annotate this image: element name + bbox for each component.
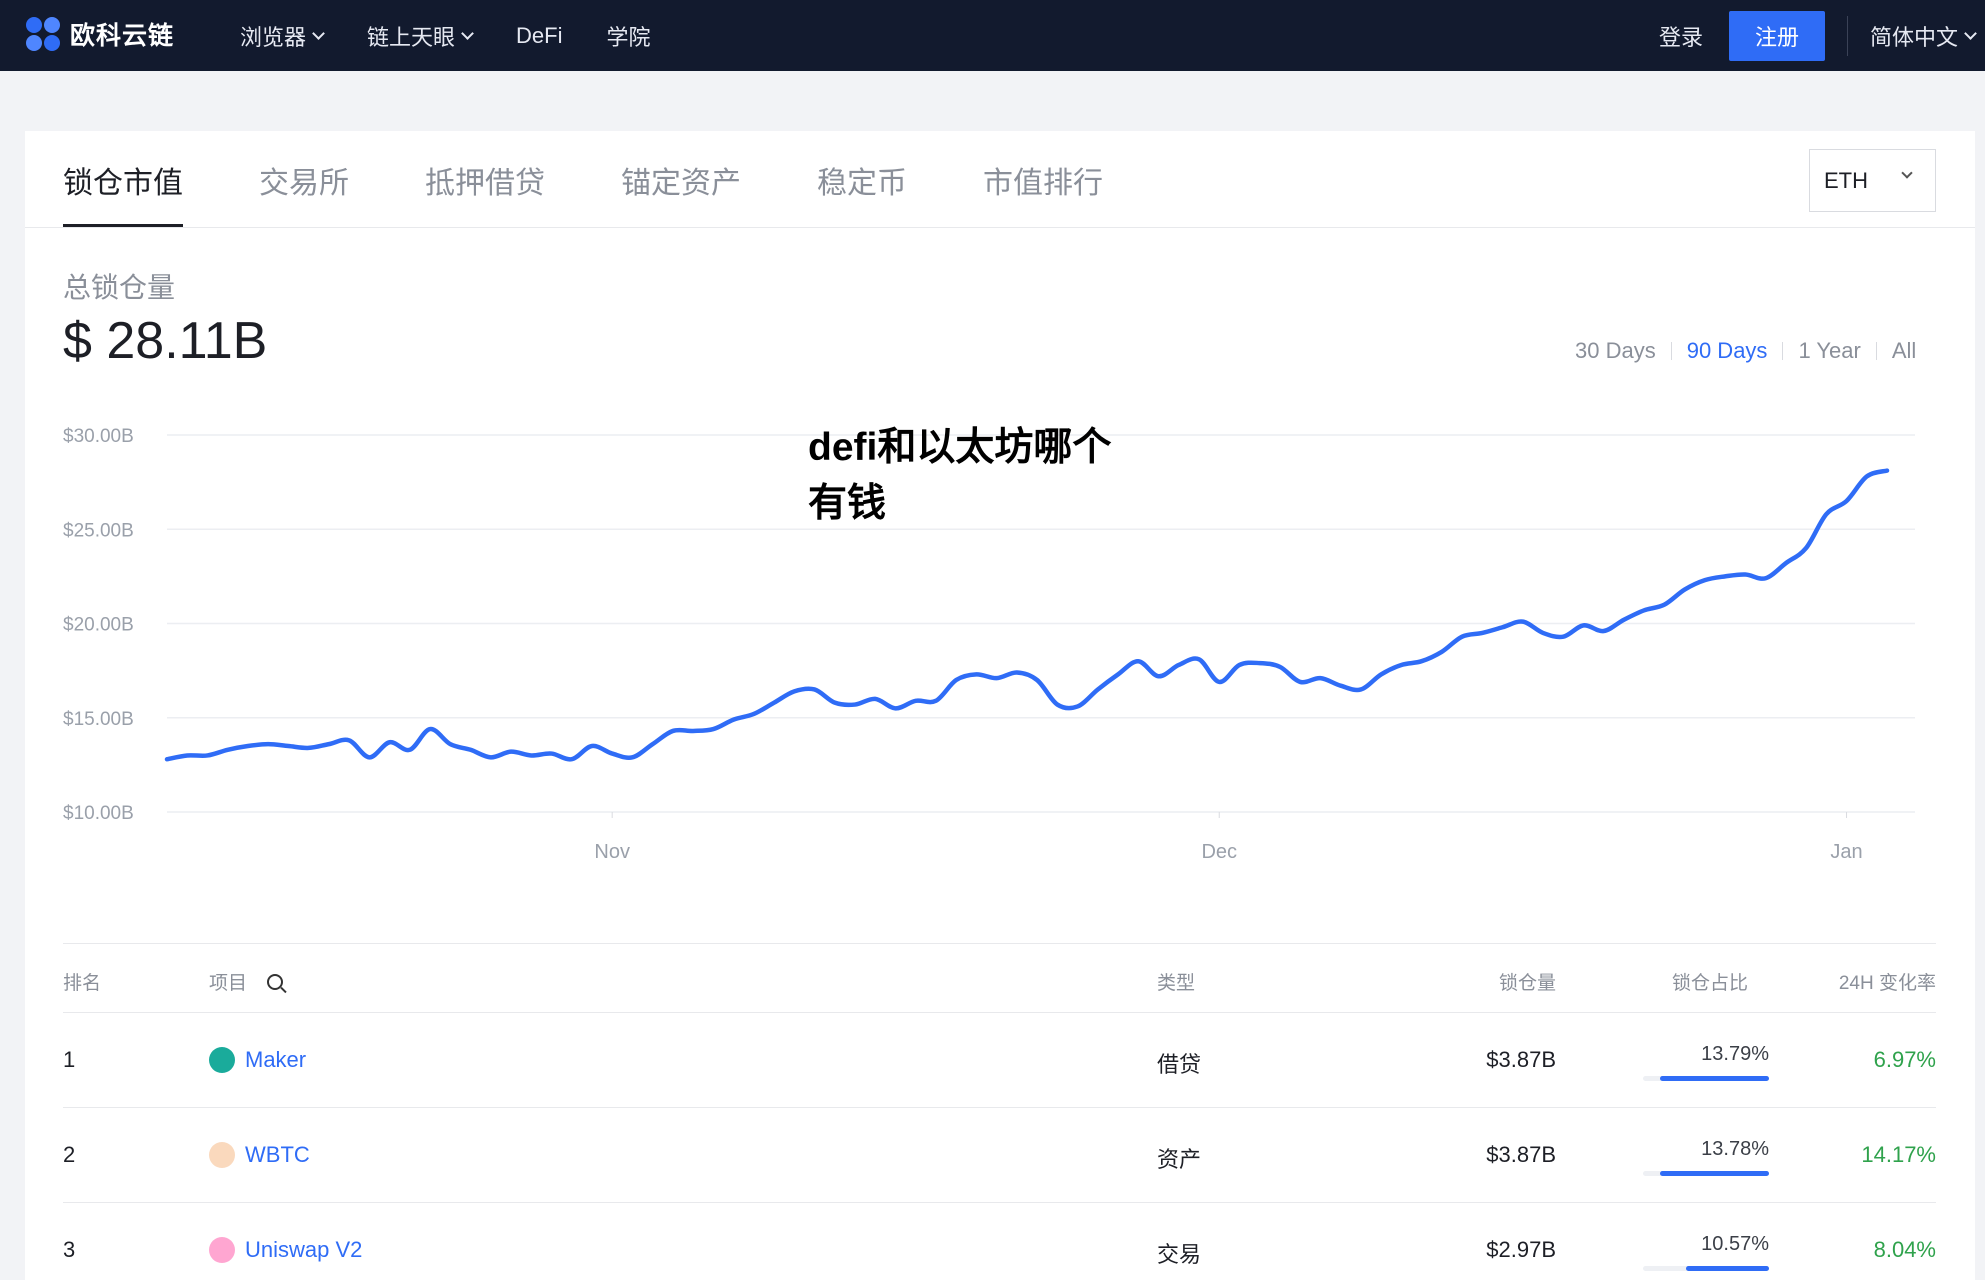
header-rank: 排名 <box>63 973 102 994</box>
share-bar <box>1643 1266 1769 1271</box>
nav-item-label: DeFi <box>516 22 563 48</box>
protocol-table: 排名 项目 类型 锁仓量 锁仓占比 24H 变化率 1 Maker 借贷 $3.87B… <box>63 943 1936 1280</box>
register-button[interactable]: 注册 <box>1728 10 1825 61</box>
nav-item-label: 链上天眼 <box>367 24 456 50</box>
row-share: 10.57% <box>1643 1233 1769 1271</box>
row-type: 借贷 <box>1157 1052 1202 1077</box>
brand-name: 欧科云链 <box>70 22 175 50</box>
row-project[interactable]: Uniswap V2 <box>209 1237 362 1263</box>
share-bar-fill <box>1685 1266 1769 1271</box>
row-share: 13.79% <box>1643 1043 1769 1081</box>
overlay-caption: defi和以太坊哪个有钱 <box>808 426 1112 525</box>
uniswap-icon <box>209 1237 235 1263</box>
header-change: 24H 变化率 <box>1838 973 1936 994</box>
share-bar-fill <box>1660 1171 1769 1176</box>
y-tick-label: $20.00B <box>63 615 134 636</box>
chevron-down-icon <box>1964 26 1977 40</box>
header-share: 锁仓占比 <box>1671 973 1748 994</box>
chevron-down-icon <box>312 26 325 40</box>
chevron-down-icon <box>461 26 474 40</box>
wbtc-icon <box>209 1142 235 1168</box>
project-link[interactable]: Uniswap V2 <box>245 1237 362 1263</box>
top-navbar: 欧科云链 浏览器 链上天眼 DeFi 学院 登录 注册 简体中文 <box>0 0 1985 71</box>
project-link[interactable]: WBTC <box>245 1142 310 1168</box>
header-project-label: 项目 <box>209 973 248 994</box>
y-tick-label: $15.00B <box>63 709 134 730</box>
project-link[interactable]: Maker <box>245 1047 306 1073</box>
share-percent: 13.78% <box>1701 1138 1769 1160</box>
row-rank: 1 <box>63 1047 76 1072</box>
share-percent: 13.79% <box>1701 1043 1769 1065</box>
row-change: 8.04% <box>1873 1237 1936 1262</box>
nav-item-academy[interactable]: 学院 <box>606 20 650 52</box>
table-row[interactable]: 2 WBTC 资产 $3.87B 13.78% 14.17% <box>63 1108 1936 1203</box>
header-type: 类型 <box>1157 973 1196 994</box>
row-rank: 2 <box>63 1142 76 1167</box>
table-header: 排名 项目 类型 锁仓量 锁仓占比 24H 变化率 <box>63 943 1936 1013</box>
row-type: 交易 <box>1157 1242 1202 1267</box>
account-area: 登录 注册 简体中文 <box>1659 0 1977 71</box>
row-share: 13.78% <box>1643 1138 1769 1176</box>
search-icon[interactable] <box>267 973 284 990</box>
nav-item-label: 学院 <box>606 24 651 50</box>
share-bar-fill <box>1660 1076 1769 1081</box>
tvl-card: 锁仓市值 交易所 抵押借贷 锚定资产 稳定币 市值排行 ETH 总锁仓量 $ 2… <box>25 131 1975 1280</box>
row-type: 资产 <box>1157 1147 1202 1172</box>
x-tick-label: Jan <box>1830 841 1862 863</box>
row-tvl: $3.87B <box>1486 1047 1556 1072</box>
row-change: 6.97% <box>1873 1047 1936 1072</box>
x-tick-label: Nov <box>594 841 630 863</box>
table-row[interactable]: 1 Maker 借贷 $3.87B 13.79% 6.97% <box>63 1013 1936 1108</box>
brand-logo[interactable]: 欧科云链 <box>24 15 174 53</box>
nav-item-browser[interactable]: 浏览器 <box>240 20 325 52</box>
x-tick-label: Dec <box>1201 841 1237 863</box>
y-tick-label: $30.00B <box>63 426 134 447</box>
share-bar <box>1643 1076 1769 1081</box>
y-tick-label: $10.00B <box>63 803 134 824</box>
table-body: 1 Maker 借贷 $3.87B 13.79% 6.97% 2 WBTC 资产 $3.87B 13… <box>63 1013 1936 1280</box>
table-row[interactable]: 3 Uniswap V2 交易 $2.97B 10.57% 8.04% <box>63 1203 1936 1280</box>
row-tvl: $3.87B <box>1486 1142 1556 1167</box>
y-tick-label: $25.00B <box>63 520 134 541</box>
row-project[interactable]: Maker <box>209 1047 306 1073</box>
main-nav: 浏览器 链上天眼 DeFi 学院 <box>240 0 651 71</box>
row-rank: 3 <box>63 1237 76 1262</box>
nav-item-defi[interactable]: DeFi <box>516 23 562 49</box>
share-percent: 10.57% <box>1701 1233 1769 1255</box>
nav-item-onchain[interactable]: 链上天眼 <box>367 20 474 52</box>
share-bar <box>1643 1171 1769 1176</box>
maker-icon <box>209 1047 235 1073</box>
login-button[interactable]: 登录 <box>1659 20 1703 52</box>
row-project[interactable]: WBTC <box>209 1142 310 1168</box>
nav-divider <box>1846 15 1848 56</box>
language-label: 简体中文 <box>1869 24 1958 50</box>
logo-icon <box>24 15 62 53</box>
header-tvl: 锁仓量 <box>1498 973 1556 994</box>
row-change: 14.17% <box>1861 1142 1936 1167</box>
row-tvl: $2.97B <box>1486 1237 1556 1262</box>
header-project: 项目 <box>209 968 284 995</box>
nav-item-label: 浏览器 <box>240 24 307 50</box>
language-select[interactable]: 简体中文 <box>1869 20 1977 52</box>
